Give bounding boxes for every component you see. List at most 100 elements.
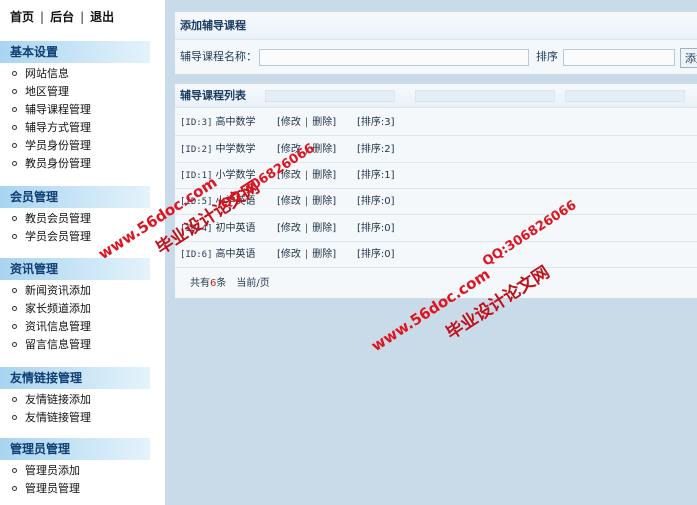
bullet-icon: [12, 124, 17, 130]
sidebar-item-add-link[interactable]: 友情链接添加: [0, 391, 150, 409]
nav-separator: |: [80, 10, 85, 24]
delete-link[interactable]: 删除]: [312, 196, 336, 207]
sidebar-item-label: 教员身份管理: [25, 157, 91, 170]
sidebar-item-course[interactable]: 辅导课程管理: [0, 101, 150, 119]
nav-group-admins: 管理员管理 管理员添加 管理员管理: [0, 438, 150, 498]
course-sort: [排序:1]: [357, 170, 395, 181]
sidebar-item-label: 管理员添加: [25, 464, 80, 477]
bullet-icon: [12, 70, 17, 76]
edit-link[interactable]: [修改: [277, 144, 301, 155]
table-row: [ID:1] 小学数学 [修改 | 删除] [排序:1]: [175, 163, 697, 189]
sidebar-item-label: 地区管理: [25, 85, 69, 98]
sidebar-item-site-info[interactable]: 网站信息: [0, 65, 150, 83]
sidebar-item-label: 家长频道添加: [25, 302, 91, 315]
home-link[interactable]: 首页: [10, 10, 34, 24]
sidebar-item-tutoring-method[interactable]: 辅导方式管理: [0, 119, 150, 137]
edit-link[interactable]: [修改: [277, 196, 301, 207]
delete-link[interactable]: 删除]: [312, 144, 336, 155]
course-name: 中学数学: [215, 144, 256, 155]
sidebar-item-label: 资讯信息管理: [25, 320, 91, 333]
add-course-title: 添加辅导课程: [175, 12, 697, 40]
sidebar-item-teacher-identity[interactable]: 教员身份管理: [0, 155, 150, 173]
nav-group-title[interactable]: 会员管理: [0, 186, 150, 208]
sidebar-item-admin-management[interactable]: 管理员管理: [0, 480, 150, 498]
sidebar-item-label: 教员会员管理: [25, 212, 91, 225]
sort-input[interactable]: [563, 49, 675, 66]
course-sort: [排序:0]: [357, 249, 395, 260]
bullet-icon: [12, 142, 17, 148]
bullet-icon: [12, 467, 17, 473]
sidebar-item-label: 辅导方式管理: [25, 121, 91, 134]
course-list-panel: 辅导课程列表 [ID:3] 高中数学 [修改 | 删除] [排序:3] [ID:2] 中…: [175, 84, 697, 298]
pager-prefix: 共有: [190, 278, 210, 289]
course-sort: [排序:0]: [357, 223, 395, 234]
course-name: 高中英语: [215, 249, 256, 260]
sidebar-item-label: 辅导课程管理: [25, 103, 91, 116]
logout-link[interactable]: 退出: [90, 10, 114, 24]
sidebar-item-label: 友情链接添加: [25, 393, 91, 406]
main-content: 添加辅导课程 辅导课程名称： 排序 添加 辅导课程列表 [ID:3]高中数学 […: [165, 0, 697, 505]
course-sort: [排序:2]: [357, 144, 395, 155]
delete-link[interactable]: 删除]: [312, 249, 336, 260]
nav-group-members: 会员管理 教员会员管理 学员会员管理: [0, 186, 150, 246]
nav-group-title[interactable]: 管理员管理: [0, 438, 150, 460]
add-course-panel: 添加辅导课程 辅导课程名称： 排序 添加: [175, 12, 697, 74]
sidebar-item-link-management[interactable]: 友情链接管理: [0, 409, 150, 427]
nav-group-news: 资讯管理 新闻资讯添加 家长频道添加 资讯信息管理 留言信息管理: [0, 258, 150, 354]
bullet-icon: [12, 215, 17, 221]
add-button[interactable]: 添加: [680, 48, 697, 68]
sidebar-item-add-news[interactable]: 新闻资讯添加: [0, 282, 150, 300]
edit-link[interactable]: [修改: [277, 249, 301, 260]
nav-group-title[interactable]: 友情链接管理: [0, 367, 150, 389]
sidebar-item-student-members[interactable]: 学员会员管理: [0, 228, 150, 246]
delete-link[interactable]: 删除]: [312, 117, 336, 128]
course-name: 小学数学: [215, 170, 256, 181]
pagination: 共有6条 当前/页: [190, 274, 270, 294]
sidebar-item-label: 网站信息: [25, 67, 69, 80]
course-name: 初中英语: [215, 223, 256, 234]
top-nav: 首页 | 后台 | 退出: [10, 8, 114, 25]
bullet-icon: [12, 323, 17, 329]
course-id: [ID:6]: [180, 250, 213, 260]
table-row: [ID:5] 小学英语 [修改 | 删除] [排序:0]: [175, 189, 697, 215]
current-page: 当前/页: [236, 278, 270, 289]
sidebar-item-student-identity[interactable]: 学员身份管理: [0, 137, 150, 155]
nav-group-title[interactable]: 资讯管理: [0, 258, 150, 280]
bullet-icon: [12, 233, 17, 239]
course-name-input[interactable]: [259, 49, 529, 66]
sidebar-item-label: 管理员管理: [25, 482, 80, 495]
table-row: [ID:4] 初中英语 [修改 | 删除] [排序:0]: [175, 216, 697, 242]
course-name: 高中数学: [215, 117, 256, 128]
table-row: [ID:3] 高中数学 [修改 | 删除] [排序:3]: [175, 110, 697, 136]
course-sort: [排序:3]: [357, 117, 395, 128]
bullet-icon: [12, 485, 17, 491]
delete-link[interactable]: 删除]: [312, 170, 336, 181]
course-id: [ID:2]: [180, 145, 213, 155]
nav-group-links: 友情链接管理 友情链接添加 友情链接管理: [0, 367, 150, 427]
sidebar-item-add-parent-channel[interactable]: 家长频道添加: [0, 300, 150, 318]
sidebar-item-region[interactable]: 地区管理: [0, 83, 150, 101]
delete-link[interactable]: 删除]: [312, 223, 336, 234]
bullet-icon: [12, 305, 17, 311]
sidebar-item-add-admin[interactable]: 管理员添加: [0, 462, 150, 480]
sidebar-item-news-management[interactable]: 资讯信息管理: [0, 318, 150, 336]
course-id: [ID:1]: [180, 171, 213, 181]
header-decoration: [265, 90, 685, 102]
edit-link[interactable]: [修改: [277, 223, 301, 234]
edit-link[interactable]: [修改: [277, 117, 301, 128]
edit-link[interactable]: [修改: [277, 170, 301, 181]
nav-group-title[interactable]: 基本设置: [0, 41, 150, 63]
sidebar-item-message-management[interactable]: 留言信息管理: [0, 336, 150, 354]
sidebar-item-label: 学员身份管理: [25, 139, 91, 152]
sidebar-item-teacher-members[interactable]: 教员会员管理: [0, 210, 150, 228]
sort-label: 排序: [536, 50, 558, 63]
course-sort: [排序:0]: [357, 196, 395, 207]
bullet-icon: [12, 88, 17, 94]
sidebar: 首页 | 后台 | 退出 基本设置 网站信息 地区管理 辅导课程管理 辅导方式管理 学员…: [0, 0, 163, 505]
bullet-icon: [12, 341, 17, 347]
bullet-icon: [12, 414, 17, 420]
table-row: [ID:2] 中学数学 [修改 | 删除] [排序:2]: [175, 137, 697, 163]
sidebar-item-label: 新闻资讯添加: [25, 284, 91, 297]
pager-suffix: 条: [216, 278, 227, 289]
backend-link[interactable]: 后台: [50, 10, 74, 24]
